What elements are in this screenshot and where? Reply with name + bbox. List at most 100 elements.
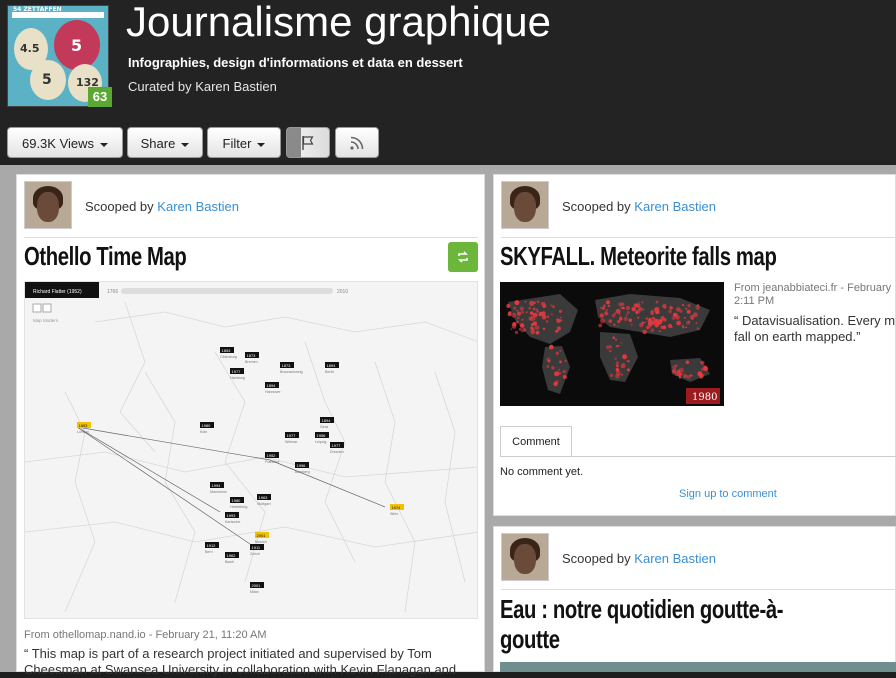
scooped-prefix: Scooped by (562, 199, 631, 214)
views-label: 69.3K Views (21, 136, 95, 151)
chevron-down-icon (257, 142, 266, 147)
meteorite-dot (524, 301, 527, 303)
meteorite-dot (646, 326, 650, 330)
rescoop-button[interactable] (448, 242, 478, 272)
meteorite-dot (631, 306, 636, 312)
meteorite-dot (559, 316, 562, 319)
avatar[interactable] (501, 533, 549, 581)
meteorite-dot (615, 308, 621, 314)
meteorite-dot (648, 318, 651, 321)
post-title-line[interactable]: goutte (500, 624, 560, 655)
meteorite-dot (564, 359, 567, 362)
meteorite-dot (562, 369, 567, 374)
tab-comment[interactable]: Comment (500, 426, 572, 456)
meteorite-dot (610, 373, 614, 377)
meteorite-dot (662, 325, 667, 330)
timeline-end: 2010 (337, 289, 348, 295)
meteorite-dot (556, 326, 561, 331)
city-label: Hannover (265, 390, 281, 394)
post-quote: “ Datavisualisation. Every m fall on ear… (734, 313, 896, 344)
post-source[interactable]: From othellomap.nand.io - February 21, 1… (24, 629, 267, 641)
meteorite-dot (559, 319, 563, 322)
meteorite-dot (622, 354, 628, 360)
author-link[interactable]: Karen Bastien (157, 199, 239, 214)
meteorite-dot (549, 344, 554, 350)
meteorite-dot (521, 318, 524, 321)
meteorite-dot (681, 303, 685, 307)
post-title[interactable]: SKYFALL. Meteorite falls map (500, 241, 777, 272)
year-label: 1980 (692, 392, 717, 403)
post-title[interactable]: Othello Time Map (24, 241, 187, 272)
divider (501, 589, 896, 590)
meteorite-dot (555, 380, 559, 384)
avatar[interactable] (501, 181, 549, 229)
meteorite-dot (516, 309, 519, 312)
meteorite-dot (676, 320, 681, 326)
meteorite-dot (618, 317, 623, 321)
meteorite-dot (644, 321, 646, 324)
meteorite-dot (703, 366, 709, 372)
meteorite-dot (516, 320, 519, 324)
meteorite-dot (513, 306, 517, 310)
meteorite-dot (696, 308, 699, 311)
page-title: Journalisme graphique (126, 0, 551, 45)
othello-map-image[interactable]: Richard Flatter (1952) 1766 2010 Map Mod… (24, 281, 478, 619)
curator-line[interactable]: Curated by Karen Bastien (128, 79, 277, 94)
city-label: Karlsruhe (225, 520, 240, 524)
report-button[interactable] (286, 127, 330, 158)
city-label: Hamburg (230, 376, 245, 380)
views-button[interactable]: 69.3K Views (7, 127, 123, 158)
meteorite-dot (510, 328, 513, 331)
filter-button[interactable]: Filter (207, 127, 281, 158)
city-tag-year: 1873 (282, 363, 292, 368)
chevron-down-icon (181, 142, 190, 147)
meteorite-dot (552, 305, 555, 309)
sign-up-link[interactable]: Sign up to comment (679, 488, 777, 500)
meteorite-dot (521, 330, 523, 333)
meteorite-dot (625, 305, 631, 311)
meteorite-dot (605, 345, 610, 350)
meteorite-dot (519, 306, 524, 311)
meteorite-dot (672, 313, 677, 317)
post-image[interactable] (500, 662, 896, 672)
city-tag-year: 1977 (232, 369, 242, 374)
meteorite-dot (538, 314, 541, 317)
city-tag-year: 1980 (232, 498, 242, 503)
post-title-line[interactable]: Eau : notre quotidien goutte-à- (500, 594, 783, 625)
meteorite-dot (604, 310, 609, 316)
page-subtitle: Infographies, design d'informations et d… (128, 55, 463, 70)
meteorite-dot (517, 311, 521, 316)
meteorite-dot (620, 306, 623, 310)
share-button[interactable]: Share (127, 127, 203, 158)
meteorite-dot (559, 360, 562, 364)
author-link[interactable]: Karen Bastien (634, 199, 716, 214)
meteorite-dot (554, 371, 560, 377)
meteorite-dot (614, 357, 617, 360)
rss-button[interactable] (335, 127, 379, 158)
meteorite-map-image[interactable]: 1980 (500, 282, 724, 406)
meteorite-dot (695, 322, 698, 325)
meteorite-dot (620, 341, 623, 344)
meteorite-dot (645, 317, 648, 320)
city-tag-year: 1911 (252, 545, 261, 550)
meteorite-dot (642, 308, 645, 311)
avatar[interactable] (24, 181, 72, 229)
othello-map-graphic: Richard Flatter (1952) 1766 2010 Map Mod… (25, 282, 477, 618)
meteorite-dot (635, 303, 641, 308)
author-link[interactable]: Karen Bastien (634, 551, 716, 566)
city-label: Munich (255, 540, 267, 544)
meteorite-dot (512, 322, 517, 327)
city-label: Dresden (330, 450, 344, 454)
meteorite-dot (612, 336, 615, 339)
city-tag-year: 1977 (287, 433, 297, 438)
meteorite-dot (607, 304, 611, 308)
meteorite-dot (546, 357, 551, 362)
meteorite-dot (535, 330, 540, 335)
meteorite-dot (693, 312, 698, 317)
meteorite-dot (599, 306, 602, 309)
city-label: Braunschweig (280, 370, 303, 374)
post-source[interactable]: From jeanabbiateci.fr - February 2:11 PM (734, 282, 891, 308)
city-tag-year: 2001 (252, 583, 262, 588)
thumbnail-number: 4.5 (20, 42, 40, 55)
divider (501, 237, 896, 238)
